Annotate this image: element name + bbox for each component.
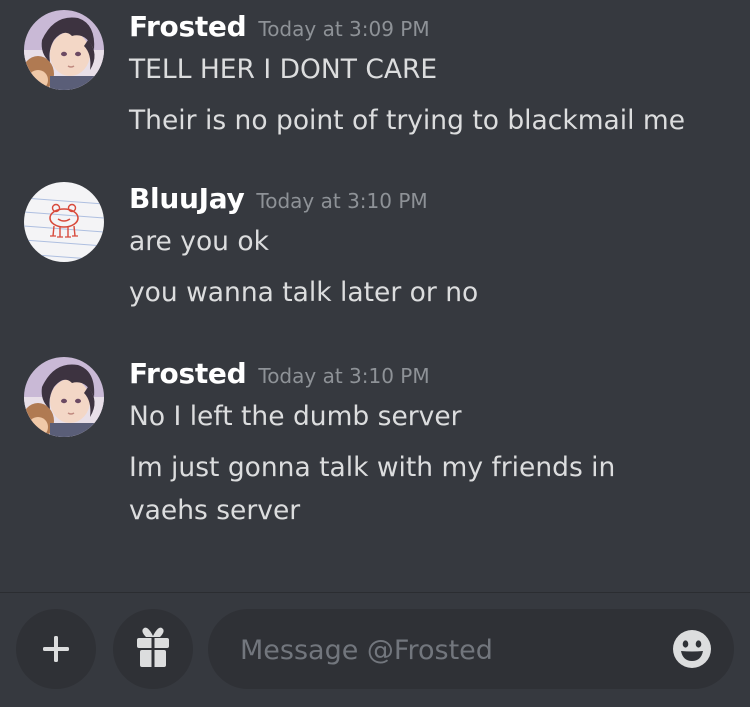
message-input[interactable]	[238, 609, 662, 691]
message-text: TELL HER I DONT CARE	[129, 54, 438, 85]
anime-boy-avatar-icon	[24, 10, 104, 90]
message-text: Their is no point of trying to blackmail…	[129, 105, 686, 136]
message-content: Frosted Today at 3:10 PM No I left the du…	[129, 357, 729, 532]
message-header: BluuJay Today at 3:10 PM	[129, 182, 729, 220]
gift-button[interactable]	[113, 609, 193, 689]
message-input-box[interactable]	[208, 609, 734, 691]
message-text: are you ok	[129, 226, 269, 257]
message-header: Frosted Today at 3:09 PM	[129, 10, 729, 48]
add-attachment-button[interactable]	[16, 609, 96, 689]
timestamp: Today at 3:09 PM	[258, 17, 430, 41]
frog-doodle-avatar-icon	[24, 182, 104, 262]
message-group: BluuJay Today at 3:10 PM are you ok you w…	[0, 182, 750, 332]
anime-boy-avatar-icon	[24, 357, 104, 437]
message-composer	[0, 593, 750, 707]
message-text: Im just gonna talk with my friends in va…	[129, 452, 616, 526]
message-content: BluuJay Today at 3:10 PM are you ok you w…	[129, 182, 729, 315]
message-text: No I left the dumb server	[129, 401, 462, 432]
message-group: Frosted Today at 3:09 PM TELL HER I DONT …	[0, 10, 750, 160]
user-avatar[interactable]	[24, 357, 104, 437]
message-list: Frosted Today at 3:09 PM TELL HER I DONT …	[0, 0, 750, 592]
timestamp: Today at 3:10 PM	[258, 364, 430, 388]
plus-icon	[43, 636, 69, 662]
username[interactable]: Frosted	[129, 10, 247, 43]
timestamp: Today at 3:10 PM	[256, 189, 428, 213]
message-content: Frosted Today at 3:09 PM TELL HER I DONT …	[129, 10, 729, 143]
message-header: Frosted Today at 3:10 PM	[129, 357, 729, 395]
message-text: you wanna talk later or no	[129, 277, 479, 308]
message-group: Frosted Today at 3:10 PM No I left the du…	[0, 357, 750, 547]
emoji-icon	[673, 630, 711, 668]
emoji-button[interactable]	[672, 629, 712, 669]
user-avatar[interactable]	[24, 10, 104, 90]
user-avatar[interactable]	[24, 182, 104, 262]
username[interactable]: Frosted	[129, 357, 247, 390]
gift-icon	[137, 627, 169, 667]
username[interactable]: BluuJay	[129, 182, 245, 215]
